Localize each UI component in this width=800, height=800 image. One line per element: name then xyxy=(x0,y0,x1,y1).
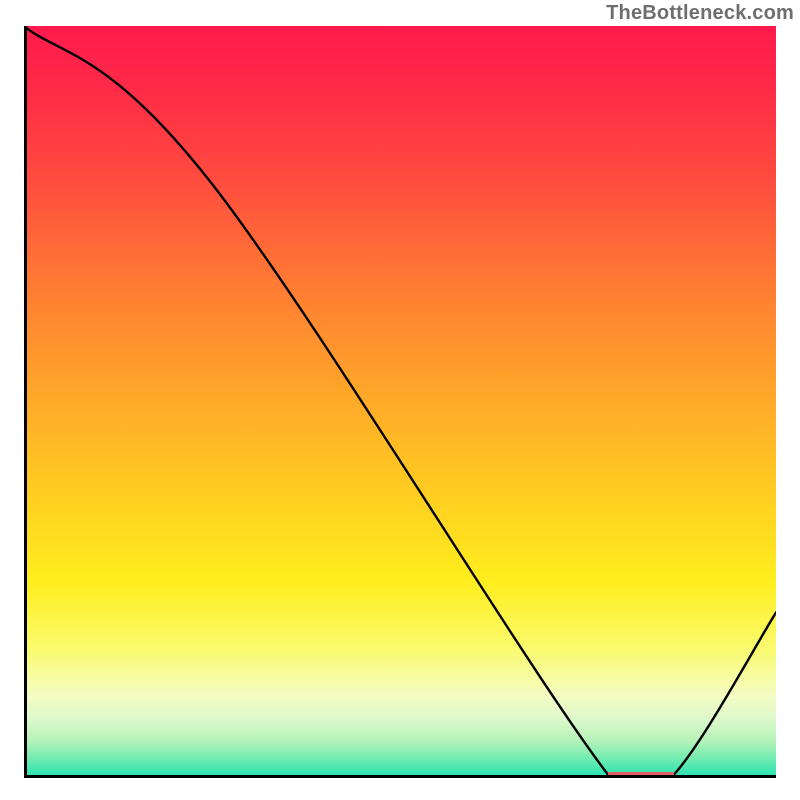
baseline-highlight-marker xyxy=(608,772,674,777)
chart-frame xyxy=(24,26,776,778)
curve-path xyxy=(24,26,776,778)
attribution-text: TheBottleneck.com xyxy=(606,2,794,25)
curve-svg xyxy=(24,26,776,778)
